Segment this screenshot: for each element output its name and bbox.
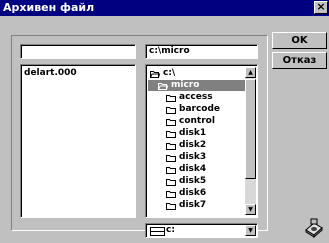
drive-icon [150, 227, 165, 236]
directory-item-label: micro [171, 80, 200, 90]
dropdown-arrow-icon[interactable]: ▼ [245, 225, 256, 236]
directory-item[interactable]: disk2 [148, 140, 206, 151]
window-title: Архивен файл [3, 1, 95, 14]
drive-select[interactable]: c: ▼ [145, 223, 258, 238]
directory-item-label: disk6 [179, 188, 207, 198]
directory-item[interactable]: micro [148, 80, 250, 91]
directory-item-label: disk5 [179, 176, 207, 186]
file-list-item[interactable]: delart.000 [24, 68, 77, 78]
directory-item-label: barcode [179, 104, 221, 114]
directory-item[interactable]: c:\ [148, 68, 175, 79]
directory-item-label: disk7 [179, 200, 207, 210]
directory-item[interactable]: disk6 [148, 188, 206, 199]
ok-button[interactable]: OK [272, 32, 327, 49]
folder-icon [166, 202, 176, 214]
close-button[interactable]: × [314, 1, 328, 14]
current-path-display: c:\micro [145, 44, 258, 59]
directory-item[interactable]: disk4 [148, 164, 206, 175]
directory-item[interactable]: control [148, 116, 215, 127]
cancel-button[interactable]: Отказ [272, 52, 327, 69]
directory-item-label: disk2 [179, 140, 207, 150]
directory-item[interactable]: disk5 [148, 176, 206, 187]
directory-item-label: disk4 [179, 164, 207, 174]
directory-item[interactable]: access [148, 92, 213, 103]
disk-archive-icon [305, 218, 323, 238]
directory-scrollbar[interactable]: ▲ ▼ [245, 67, 256, 215]
file-name-input[interactable] [20, 44, 136, 59]
scroll-up-button[interactable]: ▲ [245, 67, 256, 78]
directory-item-label: disk3 [179, 152, 207, 162]
directory-item[interactable]: disk1 [148, 128, 206, 139]
directory-item-label: control [179, 116, 215, 126]
directory-item-label: disk1 [179, 128, 207, 138]
directory-item[interactable]: barcode [148, 104, 220, 115]
directory-item-label: access [179, 92, 213, 102]
scroll-thumb[interactable] [245, 79, 256, 179]
scroll-down-button[interactable]: ▼ [245, 204, 256, 215]
file-list[interactable]: delart.000 [20, 64, 136, 218]
directory-item[interactable]: disk7 [148, 200, 206, 211]
title-bar: Архивен файл × [0, 0, 329, 16]
drive-select-value: c: [166, 225, 175, 235]
directory-list[interactable]: c:\ micro access barcode control disk1 disk2 di… [145, 64, 258, 218]
directory-item[interactable]: disk3 [148, 152, 206, 163]
directory-item-label: c:\ [163, 68, 176, 78]
